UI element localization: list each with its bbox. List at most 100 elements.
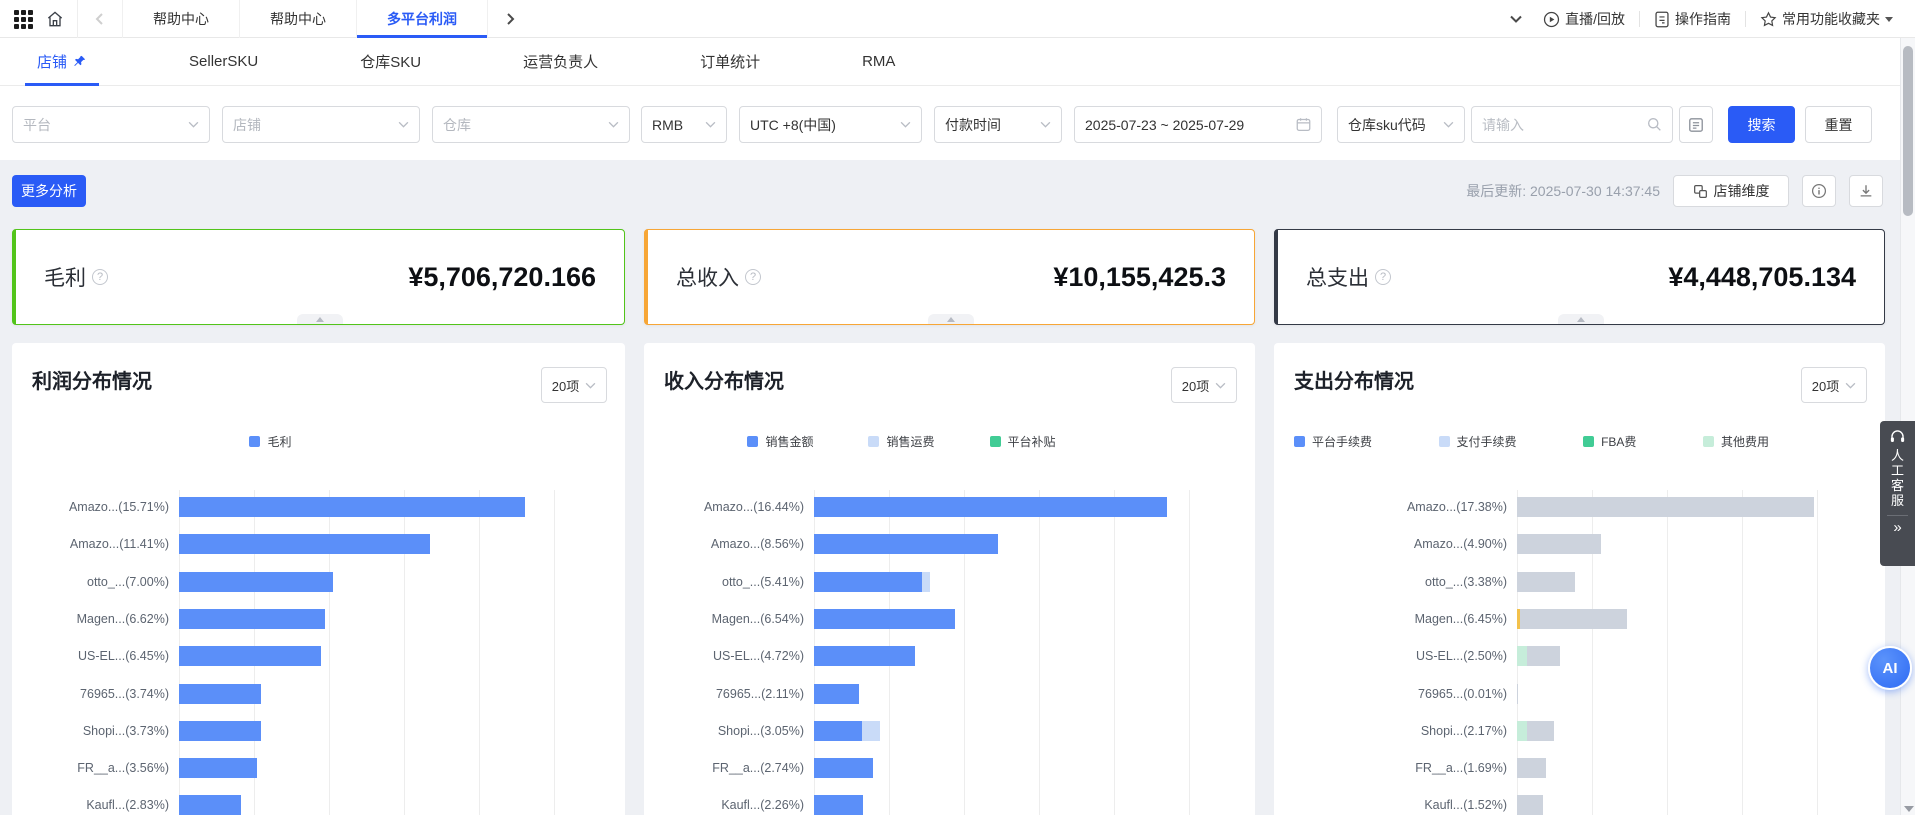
question-circle-icon[interactable]: ? [1375,269,1391,285]
expense-distribution-panel: 支出分布情况20项平台手续费支付手续费FBA费其他费用Amazo...(17.3… [1274,343,1885,815]
sku-type-select[interactable]: 仓库sku代码 [1337,106,1465,143]
legend-label: 毛利 [267,433,291,450]
batch-input-button[interactable] [1679,106,1713,143]
items-count-select[interactable]: 20项 [541,367,607,403]
open-tab-help-center-2[interactable]: 帮助中心 [239,0,356,38]
currency-select[interactable]: RMB [641,106,727,143]
scrollbar-down-arrow[interactable] [1904,806,1914,812]
shop-dimension-label: 店铺维度 [1714,181,1770,201]
legend-item-支付手续费[interactable]: 支付手续费 [1439,433,1517,450]
customer-service-panel[interactable]: 人工客服 » [1880,421,1915,566]
items-count-value: 20项 [1812,376,1839,395]
card-label: 毛利? [44,262,108,292]
operation-guide-link[interactable]: 操作指南 [1654,9,1731,29]
bar-category-label: FR__a...(2.74%) [644,758,804,778]
tabs-dropdown-button[interactable] [1503,0,1529,38]
more-analysis-button[interactable]: 更多分析 [12,175,86,207]
tab-operation-manager[interactable]: 运营负责人 [511,38,610,86]
apps-grid-icon[interactable] [14,10,33,29]
collapse-handle[interactable] [297,314,343,324]
pin-icon[interactable] [72,54,87,69]
live-replay-link[interactable]: 直播/回放 [1543,9,1625,29]
bar-category-label: Kaufl...(2.83%) [12,795,169,815]
bar-segment [1517,534,1601,554]
download-button[interactable] [1849,175,1883,207]
bar-segment [814,721,862,741]
chart-legend: 平台手续费 支付手续费 FBA费 其他费用 [1274,433,1789,450]
bar-segment [862,721,879,741]
profit-distribution-panel: 利润分布情况20项毛利Amazo...(15.71%)Amazo...(11.4… [12,343,625,815]
keyword-search-field[interactable] [1471,106,1673,143]
items-count-select[interactable]: 20项 [1801,367,1867,403]
tab-scroll-left-button[interactable] [78,0,122,38]
total-expense-card: 总支出? ¥4,448,705.134 [1274,229,1885,325]
tab-scroll-right-button[interactable] [487,0,531,38]
tab-label: 多平台利润 [387,9,457,29]
star-icon [1760,11,1777,28]
legend-item-销售运费[interactable]: 销售运费 [868,433,934,450]
chevron-down-icon [1040,121,1051,128]
scrollbar-thumb[interactable] [1903,46,1913,216]
question-circle-icon[interactable]: ? [92,269,108,285]
play-circle-icon [1543,11,1560,28]
card-value: ¥10,155,425.3 [1053,262,1226,293]
card-label: 总收入? [676,262,761,292]
keyword-input[interactable] [1482,117,1647,133]
sku-type-value: 仓库sku代码 [1348,115,1443,135]
legend-label: 平台补贴 [1008,433,1056,450]
collapse-handle[interactable] [1558,314,1604,324]
bar-segment [179,572,333,592]
tab-warehouse-sku[interactable]: 仓库SKU [348,38,433,86]
tab-order-statistics[interactable]: 订单统计 [688,38,772,86]
bar-category-label: FR__a...(1.69%) [1274,758,1507,778]
legend-item-平台手续费[interactable]: 平台手续费 [1294,433,1372,450]
tab-shop[interactable]: 店铺 [25,38,99,86]
open-tab-multi-platform-profit[interactable]: 多平台利润 [356,0,487,38]
tab-label: 店铺 [37,51,67,72]
bar-segment [814,758,873,778]
shop-dimension-button[interactable]: 店铺维度 [1673,175,1789,207]
legend-item-毛利[interactable]: 毛利 [249,433,291,450]
legend-item-其他费用[interactable]: 其他费用 [1703,433,1769,450]
info-button[interactable] [1802,175,1836,207]
platform-select[interactable]: 平台 [12,106,210,143]
shop-select[interactable]: 店铺 [222,106,420,143]
items-count-select[interactable]: 20项 [1171,367,1237,403]
timezone-select[interactable]: UTC +8(中国) [739,106,922,143]
legend-item-FBA费[interactable]: FBA费 [1583,433,1636,450]
bar-segment [814,572,922,592]
bar-segment [179,795,241,815]
collapse-handle[interactable] [928,314,974,324]
time-type-select[interactable]: 付款时间 [934,106,1062,143]
favorites-menu[interactable]: 常用功能收藏夹 [1760,9,1893,29]
bar-category-label: Amazo...(15.71%) [12,497,169,517]
home-button[interactable] [33,0,77,38]
warehouse-select[interactable]: 仓库 [432,106,630,143]
collapse-right-icon[interactable]: » [1893,520,1901,536]
question-circle-icon[interactable]: ? [745,269,761,285]
legend-label: 支付手续费 [1457,433,1517,450]
bar-category-label: 76965...(2.11%) [644,684,804,704]
chevron-down-icon [705,121,716,128]
legend-item-销售金额[interactable]: 销售金额 [747,433,813,450]
ai-assistant-button[interactable]: AI [1868,646,1912,690]
legend-item-平台补贴[interactable]: 平台补贴 [990,433,1056,450]
bar-segment [814,534,998,554]
bar-category-label: otto_...(5.41%) [644,572,804,592]
tab-label: 帮助中心 [270,9,326,29]
multi-platform-profit-dashboard: { "topbar": { "tabs": ["帮助中心", "帮助中心", "… [0,0,1915,815]
date-range-picker[interactable]: 2025-07-23 ~ 2025-07-29 [1074,106,1322,143]
bar-category-label: Amazo...(8.56%) [644,534,804,554]
open-tab-help-center-1[interactable]: 帮助中心 [122,0,239,38]
tab-seller-sku[interactable]: SellerSKU [177,38,270,86]
tab-label: SellerSKU [189,53,258,70]
chevron-down-icon [585,382,596,389]
tab-rma[interactable]: RMA [850,38,907,86]
legend-marker [1294,436,1305,447]
gridline [1742,490,1743,815]
search-button[interactable]: 搜索 [1728,106,1795,143]
form-icon [1688,117,1704,133]
chevron-down-icon [1510,15,1522,23]
reset-button[interactable]: 重置 [1805,106,1872,143]
bar-segment [179,609,325,629]
